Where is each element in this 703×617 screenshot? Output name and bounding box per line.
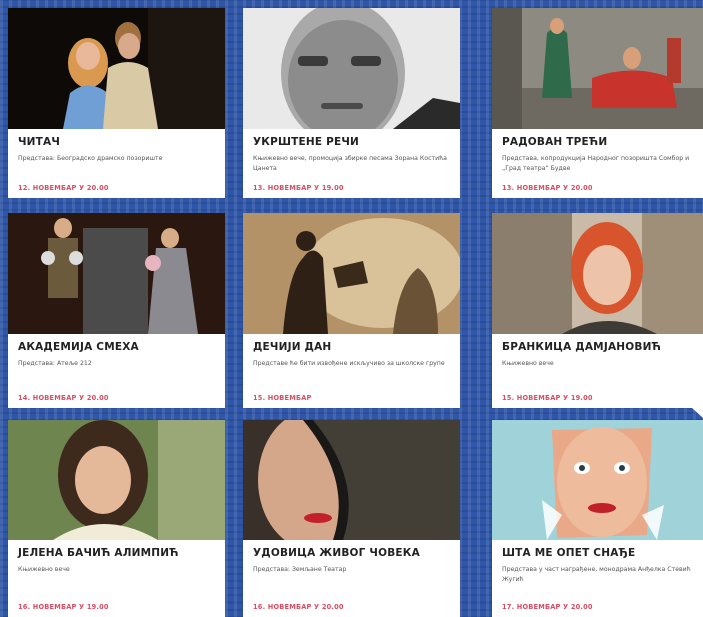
event-photo bbox=[8, 420, 225, 540]
event-date: 15. НОВЕМБАР У 19.00 bbox=[502, 394, 593, 402]
event-date: 14. НОВЕМБАР У 20.00 bbox=[18, 394, 109, 402]
event-photo bbox=[492, 213, 703, 334]
events-grid: ЧИТАЧ Представа: Београдско драмско позо… bbox=[0, 0, 703, 617]
event-card-brankica-damjanovic[interactable]: БРАНКИЦА ДАМЈАНОВИЋ Књижевно вече 15. НО… bbox=[492, 213, 703, 408]
event-description: Представа: Земљане Театар bbox=[253, 566, 347, 573]
event-title: РАДОВАН ТРЕЋИ bbox=[502, 136, 608, 148]
event-date: 13. НОВЕМБАР У 20.00 bbox=[502, 184, 593, 192]
event-description: Представа: Београдско драмско позориште bbox=[18, 155, 163, 162]
event-description: Представа, копродукција Народног позориш… bbox=[502, 155, 690, 172]
event-date: 17. НОВЕМБАР У 20.00 bbox=[502, 603, 593, 611]
event-photo bbox=[8, 213, 225, 334]
event-description: Књижевно вече bbox=[18, 566, 70, 573]
event-date: 16. НОВЕМБАР У 19.00 bbox=[18, 603, 109, 611]
event-description: Представа: Атеље 212 bbox=[18, 360, 92, 367]
event-card-ukrstene-reci[interactable]: УКРШТЕНЕ РЕЧИ Књижевно вече, промоција з… bbox=[243, 8, 460, 198]
event-title: УКРШТЕНЕ РЕЧИ bbox=[253, 136, 360, 148]
event-card-citac[interactable]: ЧИТАЧ Представа: Београдско драмско позо… bbox=[8, 8, 225, 198]
event-title: ЧИТАЧ bbox=[18, 136, 61, 148]
event-card-udovica-zivog-coveka[interactable]: УДОВИЦА ЖИВОГ ЧОВЕКА Представа: Земљане … bbox=[243, 420, 460, 617]
event-photo bbox=[243, 213, 460, 334]
event-card-radovan-treci[interactable]: РАДОВАН ТРЕЋИ Представа, копродукција На… bbox=[492, 8, 703, 198]
event-photo bbox=[8, 8, 225, 129]
event-description: Књижевно вече bbox=[502, 360, 554, 367]
event-title: БРАНКИЦА ДАМЈАНОВИЋ bbox=[502, 341, 661, 353]
event-photo bbox=[492, 420, 703, 540]
event-title: ДЕЧИЈИ ДАН bbox=[253, 341, 332, 353]
event-photo bbox=[243, 8, 460, 129]
next-arrow-icon[interactable] bbox=[691, 396, 703, 418]
event-card-deciji-dan[interactable]: ДЕЧИЈИ ДАН Представе ће бити извођене ис… bbox=[243, 213, 460, 408]
event-title: АКАДЕМИЈА СМЕХА bbox=[18, 341, 139, 353]
event-description: Представе ће бити извођене искључиво за … bbox=[253, 360, 445, 367]
event-date: 13. НОВЕМБАР У 19.00 bbox=[253, 184, 344, 192]
event-date: 15. НОВЕМБАР bbox=[253, 394, 312, 402]
event-title: ЈЕЛЕНА БАЧИЋ АЛИМПИЋ bbox=[18, 547, 179, 559]
event-card-akademija-smeha[interactable]: АКАДЕМИЈА СМЕХА Представа: Атеље 212 14.… bbox=[8, 213, 225, 408]
event-date: 16. НОВЕМБАР У 20.00 bbox=[253, 603, 344, 611]
event-photo bbox=[492, 8, 703, 129]
event-photo bbox=[243, 420, 460, 540]
event-card-jelena-bacic-alimpic[interactable]: ЈЕЛЕНА БАЧИЋ АЛИМПИЋ Књижевно вече 16. Н… bbox=[8, 420, 225, 617]
event-card-sta-me-opet-snadje[interactable]: ШТА МЕ ОПЕТ СНАЂЕ Представа у част награ… bbox=[492, 420, 703, 617]
event-description: Књижевно вече, промоција збирке песама З… bbox=[253, 155, 447, 172]
event-date: 12. НОВЕМБАР У 20.00 bbox=[18, 184, 109, 192]
event-title: УДОВИЦА ЖИВОГ ЧОВЕКА bbox=[253, 547, 420, 559]
event-title: ШТА МЕ ОПЕТ СНАЂЕ bbox=[502, 547, 636, 559]
event-description: Представа у част награђене, монодрама Ан… bbox=[502, 566, 691, 583]
